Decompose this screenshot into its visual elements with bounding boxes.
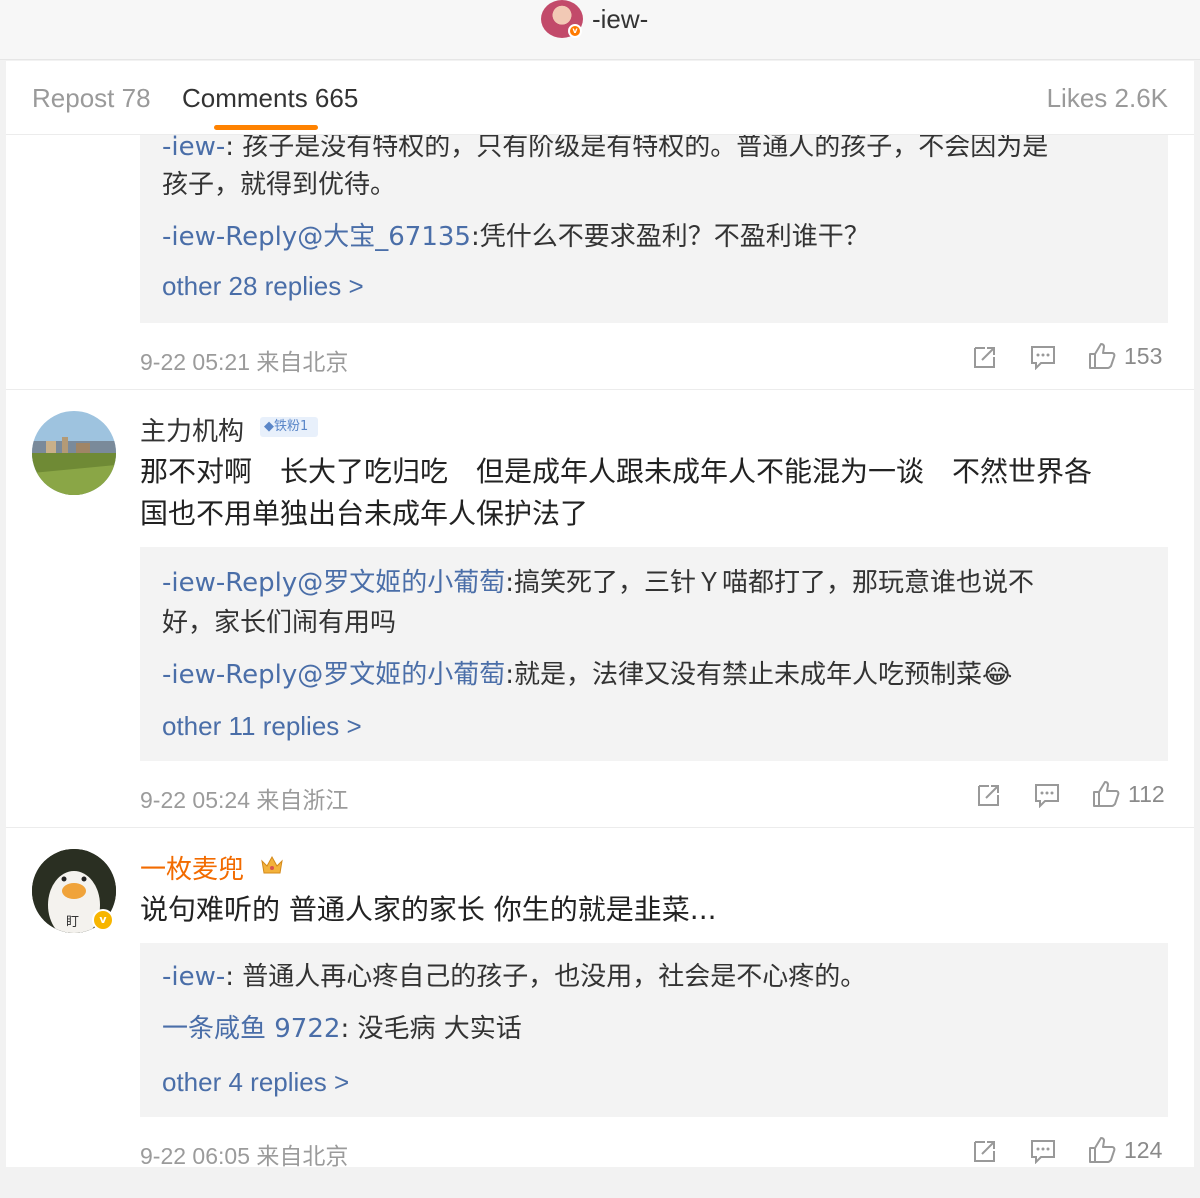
more-replies-link[interactable]: other 4 replies >: [162, 1067, 349, 1098]
reply-text: : 普通人再心疼自己的孩子，也没用，社会是不心疼的。: [225, 962, 867, 992]
comment-icon[interactable]: [1030, 1138, 1056, 1164]
like-count: 112: [1128, 781, 1165, 807]
reply-text: : 没毛病 大实话: [340, 1014, 522, 1044]
comment-text: 那不对啊 长大了吃归吃 但是成年人跟未成年人不能混为一谈 不然世界各: [140, 455, 1093, 488]
thumbs-up-icon[interactable]: [1092, 780, 1120, 808]
verified-badge-icon: v: [568, 24, 582, 38]
author-name[interactable]: -iew-: [592, 4, 648, 35]
reply-user[interactable]: -iew-Reply@大宝_67135: [162, 222, 471, 252]
like-count: 124: [1124, 1137, 1163, 1163]
tab-comments[interactable]: Comments 665: [182, 83, 358, 114]
comment-timestamp: 9-22 06:05 来自北京: [140, 1143, 349, 1167]
reply-line: -iew-Reply@罗文姬的小葡萄:就是，法律又没有禁止未成年人吃预制菜😂: [162, 655, 1012, 695]
verified-badge-icon: v: [92, 909, 114, 931]
comment-username[interactable]: 一枚麦兜: [140, 849, 244, 886]
share-icon[interactable]: [972, 1138, 998, 1164]
comment-text-continued: 国也不用单独出台未成年人保护法了: [140, 497, 589, 530]
top-bar: v -iew-: [0, 0, 1200, 60]
reply-line: 一条咸鱼 9722: 没毛病 大实话: [162, 1009, 522, 1049]
reply-line: -iew-: 普通人再心疼自己的孩子，也没用，社会是不心疼的。: [162, 957, 866, 997]
reply-mention[interactable]: @罗文姬的小葡萄: [297, 568, 505, 598]
comment-timestamp: 9-22 05:21 来自北京: [140, 349, 349, 375]
divider: [6, 389, 1194, 390]
reply-text: : 孩子是没有特权的，只有阶级是有特权的。普通人的孩子，不会因为是: [225, 132, 1049, 162]
comments-panel: Repost 78 Comments 665 Likes 2.6K -iew-:…: [6, 61, 1194, 1167]
landscape-avatar-image: [32, 411, 116, 495]
share-icon[interactable]: [976, 782, 1002, 808]
thumbs-up-icon[interactable]: [1088, 1136, 1116, 1164]
avatar[interactable]: [32, 411, 116, 495]
more-replies-link[interactable]: other 28 replies >: [162, 271, 364, 302]
divider: [6, 827, 1194, 828]
reply-user[interactable]: -iew-Reply: [162, 660, 297, 690]
reply-text-continued: 好，家长们闹有用吗: [162, 608, 397, 638]
reply-text: :搞笑死了，三针Ｙ喵都打了，那玩意谁也说不: [505, 568, 1035, 598]
active-tab-indicator: [214, 125, 318, 130]
reply-box: -iew-: 孩子是没有特权的，只有阶级是有特权的。普通人的孩子，不会因为是 孩…: [140, 115, 1168, 323]
diamond-icon: ◆: [264, 419, 274, 434]
more-replies-link[interactable]: other 11 replies >: [162, 711, 362, 742]
share-icon[interactable]: [972, 344, 998, 370]
reply-mention[interactable]: @罗文姬的小葡萄: [297, 660, 505, 690]
reply-text: :凭什么不要求盈利？不盈利谁干？: [470, 222, 870, 252]
laughing-emoji-icon: 😂: [982, 660, 1013, 690]
reply-line: -iew-Reply@罗文姬的小葡萄:搞笑死了，三针Ｙ喵都打了，那玩意谁也说不: [162, 563, 1034, 603]
tab-likes[interactable]: Likes 2.6K: [1047, 83, 1168, 114]
tab-repost[interactable]: Repost 78: [32, 83, 151, 114]
comment-timestamp: 9-22 05:24 来自浙江: [140, 787, 349, 813]
comment-icon[interactable]: [1034, 782, 1060, 808]
like-count: 153: [1124, 343, 1163, 369]
reply-user[interactable]: -iew-Reply: [162, 568, 297, 598]
reply-text: :就是，法律又没有禁止未成年人吃预制菜: [505, 660, 983, 690]
reply-box: -iew-: 普通人再心疼自己的孩子，也没用，社会是不心疼的。 一条咸鱼 972…: [140, 943, 1168, 1117]
reply-user[interactable]: -iew-: [162, 132, 225, 162]
comment-username[interactable]: 主力机构: [140, 411, 244, 448]
fan-badge: ◆铁粉1: [260, 417, 318, 437]
reply-text-continued: 孩子，就得到优待。: [162, 170, 397, 200]
avatar-caption: 盯: [66, 915, 80, 930]
tab-bar: Repost 78 Comments 665 Likes 2.6K: [6, 61, 1194, 135]
crown-icon: [261, 855, 283, 874]
thumbs-up-icon[interactable]: [1088, 342, 1116, 370]
reply-line: -iew-Reply@大宝_67135:凭什么不要求盈利？不盈利谁干？: [162, 217, 870, 257]
reply-user[interactable]: -iew-: [162, 962, 225, 992]
comment-text: 说句难听的 普通人家的家长 你生的就是韭菜...: [140, 893, 717, 926]
reply-box: -iew-Reply@罗文姬的小葡萄:搞笑死了，三针Ｙ喵都打了，那玩意谁也说不 …: [140, 547, 1168, 761]
comment-icon[interactable]: [1030, 344, 1056, 370]
fan-badge-label: 铁粉1: [274, 419, 309, 434]
reply-user[interactable]: 一条咸鱼 9722: [162, 1014, 340, 1044]
bottom-bar: [0, 1168, 1200, 1198]
